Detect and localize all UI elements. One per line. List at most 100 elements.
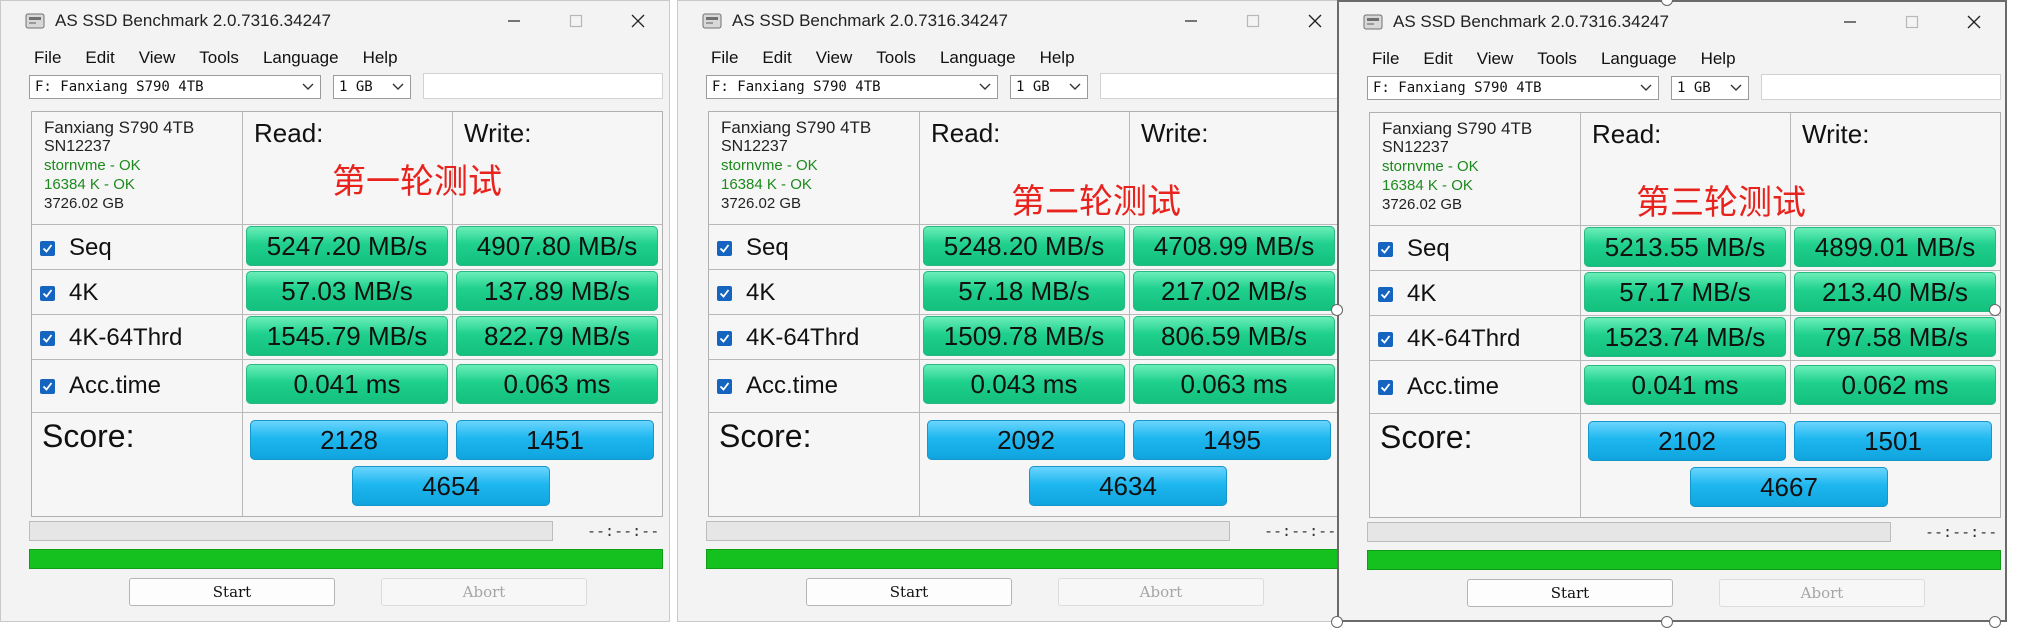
menu-edit[interactable]: Edit [750, 45, 803, 71]
title-bar[interactable]: AS SSD Benchmark 2.0.7316.34247 [678, 1, 1346, 41]
abort-button[interactable]: Abort [1058, 578, 1264, 606]
title-bar[interactable]: AS SSD Benchmark 2.0.7316.34247 [1, 1, 669, 41]
acctime-write-value: 0.062 ms [1794, 365, 1996, 405]
maximize-button[interactable] [1881, 2, 1943, 42]
start-button[interactable]: Start [1467, 579, 1673, 607]
size-select[interactable]: 1 GB [1010, 75, 1088, 99]
minimize-button[interactable] [1160, 1, 1222, 41]
drive-capacity: 3726.02 GB [1382, 196, 1463, 213]
score-read-value: 2102 [1588, 421, 1786, 461]
abort-button[interactable]: Abort [1719, 579, 1925, 607]
checkbox-checked-icon[interactable] [1378, 241, 1393, 257]
checkbox-checked-icon[interactable] [40, 240, 55, 256]
write-header: Write: [1802, 119, 1870, 149]
checkbox-checked-icon[interactable] [1378, 286, 1393, 302]
row-seq-label[interactable]: Seq [40, 228, 112, 268]
elapsed-timer: --:--:-- [587, 522, 660, 540]
row-4k-label[interactable]: 4K [40, 273, 98, 313]
checkbox-checked-icon[interactable] [717, 240, 732, 256]
menu-language[interactable]: Language [251, 45, 351, 71]
window-title: AS SSD Benchmark 2.0.7316.34247 [1393, 12, 1669, 31]
window-title: AS SSD Benchmark 2.0.7316.34247 [55, 11, 331, 30]
row-4k64-label[interactable]: 4K-64Thrd [717, 318, 859, 358]
log-field[interactable] [1100, 73, 1340, 99]
results-grid: Fanxiang S790 4TB SN12237 stornvme - OK … [708, 111, 1340, 517]
resize-handle-bottom-left[interactable] [1331, 616, 1343, 628]
size-select[interactable]: 1 GB [333, 75, 411, 99]
menu-tools[interactable]: Tools [864, 45, 928, 71]
size-select[interactable]: 1 GB [1671, 76, 1749, 100]
row-4k64-label[interactable]: 4K-64Thrd [1378, 319, 1520, 359]
maximize-button[interactable] [545, 1, 607, 41]
resize-handle-bottom-right[interactable] [1989, 616, 2001, 628]
close-icon [631, 14, 645, 28]
log-field[interactable] [423, 73, 663, 99]
checkbox-checked-icon[interactable] [717, 378, 732, 394]
checkbox-checked-icon[interactable] [40, 378, 55, 394]
drive-capacity: 3726.02 GB [721, 195, 802, 212]
menu-help[interactable]: Help [1028, 45, 1087, 71]
menu-tools[interactable]: Tools [1525, 46, 1589, 72]
minimize-button[interactable] [483, 1, 545, 41]
menu-file[interactable]: File [1359, 46, 1411, 72]
maximize-icon [1246, 14, 1260, 28]
alignment-status: 16384 K - OK [721, 176, 812, 193]
start-button[interactable]: Start [129, 578, 335, 606]
menu-file[interactable]: File [21, 45, 73, 71]
checkbox-checked-icon[interactable] [717, 330, 732, 346]
checkbox-checked-icon[interactable] [40, 330, 55, 346]
close-button[interactable] [607, 1, 669, 41]
title-bar[interactable]: AS SSD Benchmark 2.0.7316.34247 [1339, 2, 2005, 42]
score-write-value: 1451 [456, 420, 654, 460]
row-acctime-label[interactable]: Acc.time [717, 363, 838, 409]
menu-view[interactable]: View [804, 45, 865, 71]
menu-edit[interactable]: Edit [73, 45, 126, 71]
maximize-button[interactable] [1222, 1, 1284, 41]
row-4k-label[interactable]: 4K [1378, 274, 1436, 314]
maximize-icon [569, 14, 583, 28]
menu-view[interactable]: View [1465, 46, 1526, 72]
checkbox-checked-icon[interactable] [40, 285, 55, 301]
menu-file[interactable]: File [698, 45, 750, 71]
drive-model: Fanxiang S790 4TB [44, 118, 195, 137]
menu-help[interactable]: Help [1689, 46, 1748, 72]
resize-handle-left[interactable] [1331, 304, 1343, 316]
abort-button[interactable]: Abort [381, 578, 587, 606]
menu-view[interactable]: View [127, 45, 188, 71]
seq-read-value: 5213.55 MB/s [1584, 227, 1786, 267]
drive-select-value: F: Fanxiang S790 4TB [35, 79, 204, 95]
menu-language[interactable]: Language [1589, 46, 1689, 72]
drive-select-value: F: Fanxiang S790 4TB [712, 79, 881, 95]
row-seq-label[interactable]: Seq [1378, 229, 1450, 269]
checkbox-checked-icon[interactable] [717, 285, 732, 301]
drive-capacity: 3726.02 GB [44, 195, 125, 212]
results-grid: Fanxiang S790 4TB SN12237 stornvme - OK … [1369, 112, 2001, 518]
row-seq-label[interactable]: Seq [717, 228, 789, 268]
round-annotation: 第三轮测试 [1636, 183, 1806, 223]
chevron-down-icon [1069, 83, 1081, 90]
window-title: AS SSD Benchmark 2.0.7316.34247 [732, 11, 1008, 30]
drive-select[interactable]: F: Fanxiang S790 4TB [706, 75, 998, 99]
menu-help[interactable]: Help [351, 45, 410, 71]
row-acctime-label[interactable]: Acc.time [40, 363, 161, 409]
menu-edit[interactable]: Edit [1411, 46, 1464, 72]
read-header: Read: [1592, 119, 1662, 149]
menu-language[interactable]: Language [928, 45, 1028, 71]
4k64-read-value: 1545.79 MB/s [246, 316, 448, 356]
log-field[interactable] [1761, 74, 2001, 100]
close-button[interactable] [1943, 2, 2005, 42]
checkbox-checked-icon[interactable] [1378, 379, 1393, 395]
minimize-button[interactable] [1819, 2, 1881, 42]
checkbox-checked-icon[interactable] [1378, 331, 1393, 347]
read-header: Read: [254, 118, 324, 148]
menu-tools[interactable]: Tools [187, 45, 251, 71]
row-4k-label[interactable]: 4K [717, 273, 775, 313]
resize-handle-bottom[interactable] [1661, 616, 1673, 628]
resize-handle-right[interactable] [1989, 304, 2001, 316]
row-4k64-label[interactable]: 4K-64Thrd [40, 318, 182, 358]
drive-select[interactable]: F: Fanxiang S790 4TB [1367, 76, 1659, 100]
4k64-read-value: 1509.78 MB/s [923, 316, 1125, 356]
row-acctime-label[interactable]: Acc.time [1378, 364, 1499, 410]
start-button[interactable]: Start [806, 578, 1012, 606]
drive-select[interactable]: F: Fanxiang S790 4TB [29, 75, 321, 99]
